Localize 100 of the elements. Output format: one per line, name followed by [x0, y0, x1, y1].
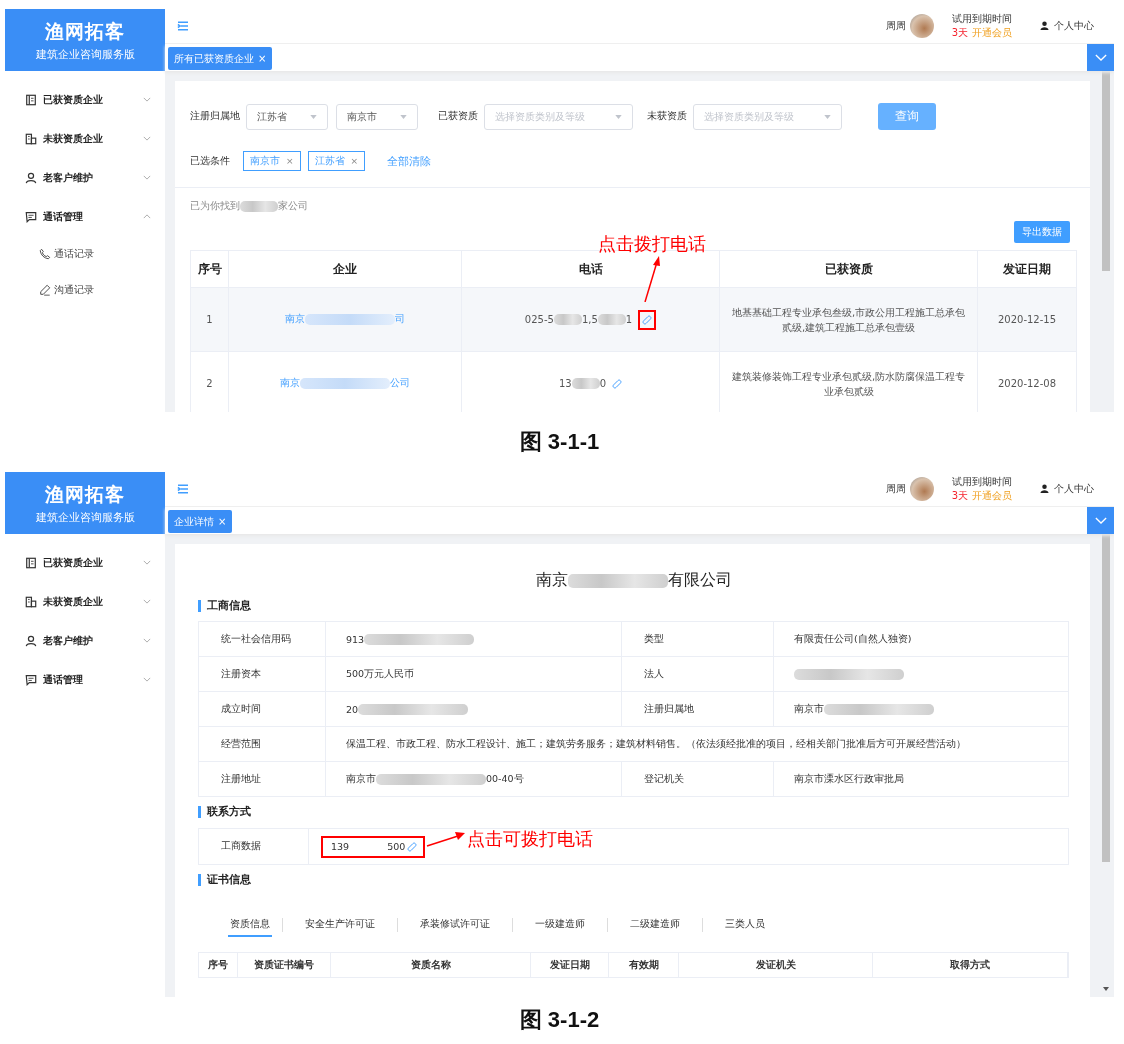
field-label: 法人 — [621, 657, 774, 691]
user-icon — [1040, 21, 1049, 30]
field-label: 登记机关 — [621, 762, 774, 796]
scroll-down-icon[interactable] — [1103, 987, 1109, 991]
tab-menu-button[interactable] — [1087, 44, 1114, 71]
close-icon[interactable]: × — [286, 156, 294, 166]
field-value: 保温工程、市政工程、防水工程设计、施工；建筑劳务服务；建筑材料销售。（依法须经批准的项目，经相关部门批准后方可开展经营活动） — [346, 737, 966, 751]
column-header: 已获资质 — [719, 250, 978, 288]
certificate-tab[interactable]: 资质信息 — [228, 913, 272, 937]
annotation-arrow — [642, 256, 662, 302]
field-value: 913 — [346, 633, 475, 645]
sidebar-item[interactable]: 老客户维护 — [5, 621, 165, 660]
province-select[interactable]: 江苏省 — [246, 103, 328, 130]
sidebar-subitem[interactable]: 通话记录 — [5, 236, 165, 272]
trial-days: 3天 — [951, 26, 968, 38]
field-value: 南京市 00-40号 — [346, 772, 524, 786]
section-title: 工商信息 — [198, 600, 1077, 612]
sidebar-item[interactable]: 未获资质企业 — [5, 582, 165, 621]
column-header: 资质证书编号 — [238, 953, 331, 977]
phone-number[interactable]: 139 500 — [321, 835, 426, 858]
section-title: 证书信息 — [198, 874, 1077, 886]
certificate-tab[interactable]: 承装修试许可证 — [408, 913, 502, 937]
sidebar-item[interactable]: 老客户维护 — [5, 158, 165, 197]
trial-days: 3天 — [951, 489, 968, 501]
building-icon — [25, 132, 37, 145]
phone-number: 025-5 1,5 1 — [524, 314, 633, 325]
sidebar-item[interactable]: 通话管理 — [5, 660, 165, 699]
logo-subtitle: 建筑企业咨询服务版 — [35, 509, 135, 525]
city-select[interactable]: 南京市 — [336, 103, 418, 130]
sidebar-item[interactable]: 未获资质企业 — [5, 119, 165, 158]
book-icon — [25, 93, 37, 106]
certificate-tab[interactable]: 安全生产许可证 — [293, 913, 387, 937]
column-header: 有效期 — [609, 953, 679, 977]
column-header: 发证日期 — [531, 953, 609, 977]
field-label: 已获资质 — [438, 110, 478, 123]
user-name: 周周 — [885, 18, 906, 33]
trial-label: 试用到期时间 — [951, 11, 1012, 26]
field-label: 经营范围 — [199, 727, 326, 761]
field-value: 有限责任公司(自然人独资) — [794, 632, 912, 646]
phone-icon[interactable] — [612, 378, 623, 389]
field-value: 南京市 — [794, 702, 934, 716]
table-row[interactable]: 2 南京 公司 13 0 建筑装修装饰工程专业承包贰级,防水防腐保温工程专业承包贰级 2020-12-08 — [190, 351, 1077, 412]
phone-icon — [39, 248, 51, 260]
logo-title: 渔网拓客 — [45, 18, 125, 44]
field-value: 南京市溧水区行政审批局 — [794, 772, 904, 786]
chat-icon — [25, 673, 37, 686]
sidebar-item[interactable]: 通话管理 — [5, 197, 165, 236]
field-label: 注册地址 — [199, 762, 326, 796]
field-label: 未获资质 — [647, 110, 687, 123]
chevron-icon — [1094, 54, 1107, 61]
user-name: 周周 — [885, 481, 906, 496]
sidebar-item[interactable]: 已获资质企业 — [5, 543, 165, 582]
column-header: 序号 — [199, 953, 238, 977]
table-cell: 2 — [190, 351, 229, 412]
user-icon — [1040, 484, 1049, 493]
avatar[interactable] — [909, 476, 934, 501]
avatar[interactable] — [909, 13, 934, 38]
logo-title: 渔网拓客 — [45, 481, 125, 507]
column-header: 序号 — [190, 250, 229, 288]
column-header: 取得方式 — [873, 953, 1068, 977]
figure-caption: 图 3-1-1 — [518, 428, 601, 456]
annotation-arrow — [426, 831, 467, 848]
table-row[interactable]: 1 南京 司 025-5 1,5 1 地基基础工程专业承包叁级,市政公用工程施工总承包贰级,建筑工程施工总承包壹级 2020-12-15 — [190, 287, 1077, 352]
logo-subtitle: 建筑企业咨询服务版 — [35, 46, 135, 62]
menu-icon[interactable] — [177, 20, 189, 31]
person-icon — [25, 171, 37, 184]
field-label: 注册资本 — [199, 657, 326, 691]
field-label: 统一社会信用码 — [199, 622, 326, 656]
phone-icon[interactable] — [407, 841, 418, 852]
result-count: 已为你找到 家公司 — [190, 200, 309, 213]
tab-menu-button[interactable] — [1087, 507, 1114, 534]
column-header: 资质名称 — [331, 953, 531, 977]
filter-tag[interactable]: 江苏省 × — [307, 151, 366, 171]
certificate-tab[interactable]: 三类人员 — [713, 913, 777, 937]
menu-icon[interactable] — [177, 483, 189, 494]
pen-icon — [39, 284, 51, 296]
table-cell: 1 — [190, 287, 229, 352]
certificate-tab[interactable]: 一级建造师 — [523, 913, 597, 937]
phone-icon[interactable] — [642, 314, 653, 325]
field-label: 成立时间 — [199, 692, 326, 726]
filter-tag[interactable]: 南京市 × — [243, 151, 301, 171]
profile-link[interactable]: 个人中心 — [1040, 18, 1094, 33]
person-icon — [25, 634, 37, 647]
caret-icon — [400, 114, 407, 119]
company-title: 南京 有限公司 — [534, 570, 733, 591]
field-label: 工商数据 — [199, 829, 309, 864]
building-icon — [25, 595, 37, 608]
sidebar-subitem[interactable]: 沟通记录 — [5, 272, 165, 308]
column-header: 发证机关 — [679, 953, 873, 977]
sidebar-item[interactable]: 已获资质企业 — [5, 80, 165, 119]
field-label: 类型 — [621, 622, 774, 656]
column-header: 发证日期 — [977, 250, 1077, 288]
trial-label: 试用到期时间 — [951, 474, 1012, 489]
table-cell: 2020-12-15 — [977, 287, 1077, 352]
certificate-tab[interactable]: 二级建造师 — [618, 913, 692, 937]
caret-icon — [310, 114, 317, 119]
field-value: 500万元人民币 — [346, 667, 415, 681]
table-cell: 地基基础工程专业承包叁级,市政公用工程施工总承包贰级,建筑工程施工总承包壹级 — [719, 287, 978, 352]
profile-link[interactable]: 个人中心 — [1040, 481, 1094, 496]
close-icon[interactable]: × — [350, 156, 359, 166]
